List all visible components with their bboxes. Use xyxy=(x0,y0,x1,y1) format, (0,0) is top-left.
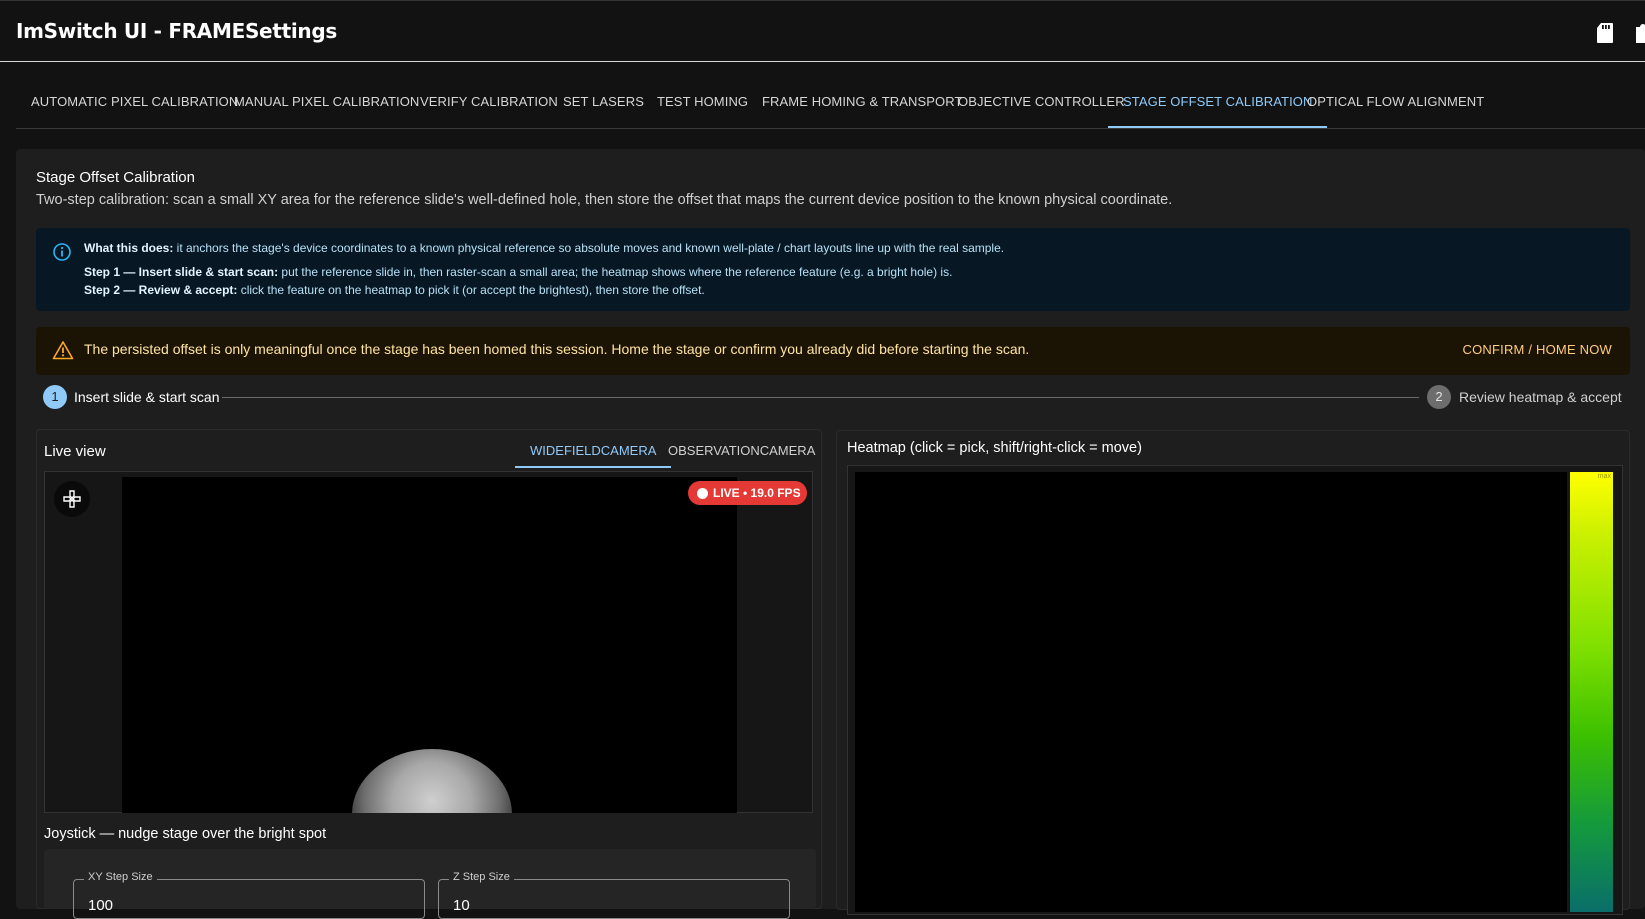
info-step1-label: Step 1 — Insert slide & start scan: xyxy=(84,265,279,279)
info-what-text: it anchors the stage's device coordinate… xyxy=(173,241,1005,255)
live-fps-text: LIVE • 19.0 FPS xyxy=(713,486,801,500)
xy-step-size-label: XY Step Size xyxy=(84,871,157,883)
step-1-number: 1 xyxy=(43,385,67,409)
warning-icon xyxy=(52,341,74,360)
section-description: Two-step calibration: scan a small XY ar… xyxy=(36,192,1173,208)
tab-test-homing[interactable]: Test Homing xyxy=(642,82,763,127)
section-title: Stage Offset Calibration xyxy=(36,169,195,186)
gamepad-toggle-button[interactable] xyxy=(54,481,90,517)
live-video-stream[interactable] xyxy=(122,477,737,813)
info-icon xyxy=(53,243,71,261)
live-view-title: Live view xyxy=(44,443,106,460)
info-step2-text: click the feature on the heatmap to pick… xyxy=(237,283,705,297)
z-step-size-field[interactable]: Z Step Size 10 xyxy=(438,871,790,919)
tab-observation-camera[interactable]: ObservationCamera xyxy=(653,436,830,466)
xy-step-size-value: 100 xyxy=(88,897,114,914)
step-1-label: Insert slide & start scan xyxy=(74,389,220,405)
live-fps-badge: LIVE • 19.0 FPS xyxy=(688,481,807,505)
live-dot-icon xyxy=(697,488,708,499)
info-step2-label: Step 2 — Review & accept: xyxy=(84,283,238,297)
tab-widefield-camera[interactable]: WidefieldCamera xyxy=(515,436,672,468)
info-line-what: What this does: it anchors the stage's d… xyxy=(84,241,1004,255)
app-bar: ImSwitch UI - FRAMESettings xyxy=(0,0,1645,62)
info-line-step2: Step 2 — Review & accept: click the feat… xyxy=(84,283,705,297)
info-alert: What this does: it anchors the stage's d… xyxy=(36,228,1630,311)
z-step-size-label: Z Step Size xyxy=(449,871,514,883)
heatmap-colorbar: max xyxy=(1570,472,1613,912)
step-2-label: Review heatmap & accept xyxy=(1459,389,1622,405)
warning-text: The persisted offset is only meaningful … xyxy=(84,341,1030,357)
stepper-connector xyxy=(222,397,1419,398)
heatmap-canvas[interactable] xyxy=(855,472,1567,912)
confirm-home-button[interactable]: Confirm / Home now xyxy=(1463,342,1612,357)
sd-card-icon[interactable] xyxy=(1596,22,1614,44)
settings-tabs: Automatic Pixel Calibration Manual Pixel… xyxy=(16,82,1645,129)
joystick-title: Joystick — nudge stage over the bright s… xyxy=(44,826,327,842)
puzzle-icon[interactable] xyxy=(1634,21,1645,45)
warning-alert: The persisted offset is only meaningful … xyxy=(36,327,1630,375)
joystick-controls: XY Step Size 100 Z Step Size 10 xyxy=(44,849,816,919)
tab-automatic-pixel-calibration[interactable]: Automatic Pixel Calibration xyxy=(16,82,253,127)
heatmap-title: Heatmap (click = pick, shift/right-click… xyxy=(847,440,1142,456)
colorbar-max-label: max xyxy=(1597,473,1611,480)
xy-step-size-field[interactable]: XY Step Size 100 xyxy=(73,871,425,919)
tab-optical-flow-alignment[interactable]: Optical Flow Alignment xyxy=(1292,82,1499,127)
info-what-label: What this does: xyxy=(84,241,174,255)
step-2-number: 2 xyxy=(1427,385,1451,409)
app-title: ImSwitch UI - FRAMESettings xyxy=(16,19,337,43)
z-step-size-value: 10 xyxy=(453,897,470,914)
info-step1-text: put the reference slide in, then raster-… xyxy=(278,265,953,279)
tab-manual-pixel-calibration[interactable]: Manual Pixel Calibration xyxy=(219,82,434,127)
info-line-step1: Step 1 — Insert slide & start scan: put … xyxy=(84,265,952,279)
bright-spot xyxy=(352,749,512,813)
gamepad-icon xyxy=(63,490,81,508)
